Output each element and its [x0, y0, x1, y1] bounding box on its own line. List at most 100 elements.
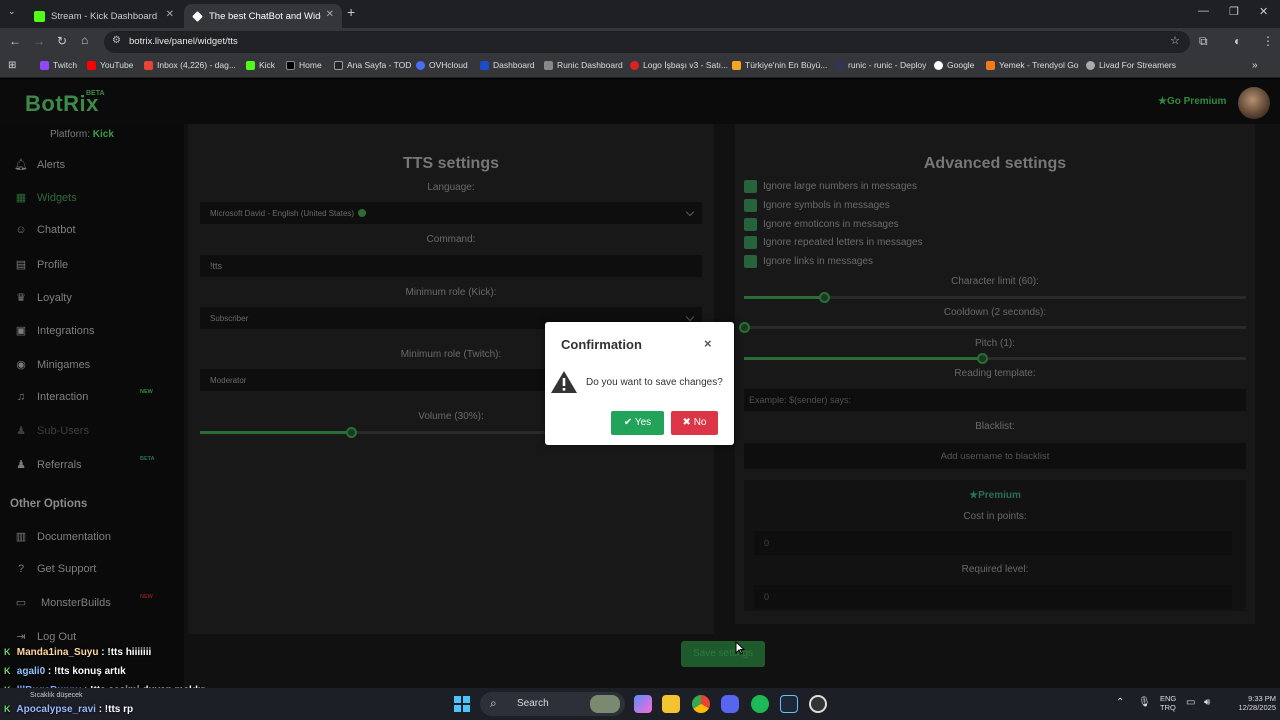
bookmark-trendyol[interactable]: Yemek - Trendyol Go — [986, 60, 1079, 70]
forward-icon[interactable]: → — [33, 34, 45, 48]
apps-icon[interactable]: ⊞ — [8, 60, 16, 71]
sidebar-item-get-support[interactable]: ? Get Support — [13, 563, 96, 575]
bookmark-star-icon[interactable]: ☆ — [1170, 34, 1180, 47]
tab-kick-dashboard[interactable]: Stream - Kick Dashboard ✕ — [26, 4, 182, 28]
sidebar-item-alerts[interactable]: 🔔︎ Alerts — [13, 158, 65, 172]
spotify-icon[interactable] — [751, 695, 769, 713]
bookmarks-bar: ⊞ Twitch YouTube Inbox (4,226) - dag... … — [0, 56, 1280, 78]
bookmark-tod[interactable]: Ana Sayfa - TOD — [334, 60, 411, 70]
more-bookmarks-icon[interactable]: » — [1252, 60, 1258, 71]
close-tab-icon[interactable]: ✕ — [166, 9, 174, 20]
sidebar-item-monsterbuilds[interactable]: ▭ MonsterBuilds — [13, 596, 111, 610]
sidebar-item-documentation[interactable]: ▥ Documentation — [13, 530, 111, 544]
pitch-slider[interactable] — [744, 353, 1246, 364]
menu-icon[interactable]: ⋮ — [1262, 34, 1274, 48]
bookmark-kick[interactable]: Kick — [246, 60, 275, 70]
sidebar-item-logout[interactable]: ⇥ Log Out — [13, 630, 76, 644]
start-icon[interactable] — [454, 696, 470, 712]
address-bar[interactable]: ⚙ botrix.live/panel/widget/tts ☆ — [104, 31, 1190, 53]
bookmark-livad[interactable]: Livad For Streamers — [1086, 60, 1176, 70]
bookmark-logo[interactable]: Logo İşbaşı v3 - Satı... — [630, 60, 728, 70]
sidebar-item-sub-users[interactable]: ♟ Sub-Users — [13, 424, 89, 438]
blacklist-input[interactable]: Add username to blacklist — [744, 443, 1246, 469]
browser-toolbar: ← → ↻ ⌂ ⚙ botrix.live/panel/widget/tts ☆… — [0, 28, 1280, 56]
checkbox-ignore-links[interactable]: Ignore links in messages — [744, 255, 873, 268]
bookmark-youtube[interactable]: YouTube — [87, 60, 133, 70]
bookmark-inbox[interactable]: Inbox (4,226) - dag... — [144, 60, 236, 70]
char-limit-slider[interactable] — [744, 292, 1246, 303]
checkbox-ignore-repeated[interactable]: Ignore repeated letters in messages — [744, 236, 923, 249]
sidebar-item-loyalty[interactable]: ♛ Loyalty — [13, 291, 72, 305]
warning-icon — [551, 371, 577, 393]
weather-widget[interactable]: Sıcaklık düşecek — [30, 692, 83, 699]
copilot-icon[interactable] — [634, 695, 652, 713]
discord-icon[interactable] — [721, 695, 739, 713]
back-icon[interactable]: ← — [9, 34, 21, 48]
restore-icon[interactable]: ❐ — [1229, 5, 1239, 18]
sidebar-item-integrations[interactable]: ▣ Integrations — [13, 324, 95, 338]
close-tab-icon[interactable]: ✕ — [326, 9, 334, 20]
store-icon — [732, 60, 741, 70]
volume-slider-fill — [200, 431, 351, 434]
bookmark-google[interactable]: Google — [934, 60, 974, 70]
reading-template-input[interactable]: Example: $(sender) says: — [744, 389, 1246, 411]
close-window-icon[interactable]: ✕ — [1259, 5, 1268, 18]
obs-icon[interactable] — [809, 695, 827, 713]
bookmark-home[interactable]: Home — [286, 60, 322, 70]
cost-input[interactable]: 0 — [754, 531, 1232, 555]
checkbox-ignore-symbols[interactable]: Ignore symbols in messages — [744, 199, 890, 212]
trendyol-icon — [986, 60, 995, 70]
tab-search-icon[interactable]: ⌄ — [8, 6, 16, 17]
extensions-icon[interactable]: ⧉ — [1199, 34, 1208, 49]
language-indicator[interactable]: ENG TRQ — [1160, 694, 1176, 712]
home-icon[interactable]: ⌂ — [81, 33, 88, 47]
site-info-icon[interactable]: ⚙ — [112, 35, 121, 46]
reload-icon[interactable]: ↻ — [57, 34, 67, 48]
go-premium-button[interactable]: ★Go Premium — [1158, 96, 1226, 107]
yes-button[interactable]: ✔ Yes — [611, 411, 664, 435]
tab-botrix[interactable]: The best ChatBot and Widgets ✕ — [184, 4, 342, 28]
pitch-knob[interactable] — [977, 353, 988, 364]
char-limit-knob[interactable] — [819, 292, 830, 303]
close-icon[interactable]: × — [704, 336, 712, 351]
required-level-input[interactable]: 0 — [754, 585, 1232, 609]
checkbox-ignore-large-numbers[interactable]: Ignore large numbers in messages — [744, 180, 917, 193]
microphone-icon[interactable]: 🎙︎ — [1138, 697, 1151, 708]
command-label: Command: — [426, 234, 476, 245]
no-button[interactable]: ✖ No — [671, 411, 718, 435]
volume-slider-knob[interactable] — [346, 427, 357, 438]
bookmark-runic-deploy[interactable]: runic - runic - Deploy — [835, 60, 926, 70]
bookmark-turkiye[interactable]: Türkiye'nin En Büyü... — [732, 60, 827, 70]
taskbar-search[interactable]: ⌕ Search — [480, 692, 625, 716]
ovh-icon — [416, 60, 425, 70]
sidebar-item-interaction[interactable]: ♫ Interaction — [13, 391, 89, 403]
volume-icon[interactable]: 🔊︎ — [1204, 697, 1210, 708]
sidebar-item-minigames[interactable]: ◉ Minigames — [13, 358, 90, 372]
chrome-icon[interactable] — [692, 695, 710, 713]
sidebar-item-profile[interactable]: ▤ Profile — [13, 258, 68, 272]
steam-icon[interactable] — [780, 695, 798, 713]
save-settings-button[interactable]: Save settings — [681, 641, 765, 667]
sidebar-item-chatbot[interactable]: ☺ Chatbot — [13, 224, 75, 236]
bookmark-runic[interactable]: Runic Dashboard — [544, 60, 623, 70]
clock[interactable]: 9:33 PM 12/28/2025 — [1226, 694, 1276, 712]
profile-icon[interactable]: ◐ — [1234, 34, 1241, 48]
avatar[interactable] — [1238, 87, 1270, 119]
language-select[interactable]: Microsoft David - English (United States… — [200, 202, 702, 224]
file-explorer-icon[interactable] — [662, 695, 680, 713]
checkbox-checked-icon — [744, 255, 757, 268]
network-icon[interactable]: ▭ — [1186, 697, 1195, 708]
bookmark-dashboard[interactable]: Dashboard — [480, 60, 535, 70]
cooldown-knob[interactable] — [739, 322, 750, 333]
sidebar: Platform: Kick 🔔︎ Alerts ▦ Widgets ☺ Chatbo… — [0, 124, 184, 688]
checkbox-ignore-emoticons[interactable]: Ignore emoticons in messages — [744, 218, 899, 231]
sidebar-item-widgets[interactable]: ▦ Widgets — [13, 191, 77, 205]
new-tab-icon[interactable]: + — [347, 4, 355, 20]
bookmark-twitch[interactable]: Twitch — [40, 60, 77, 70]
command-input[interactable]: !tts — [200, 255, 702, 277]
bookmark-ovhcloud[interactable]: OVHcloud — [416, 60, 468, 70]
minimize-icon[interactable]: — — [1198, 5, 1209, 17]
cooldown-slider[interactable] — [739, 322, 1246, 333]
chevron-up-icon[interactable]: ⌃ — [1116, 697, 1124, 708]
sidebar-item-referrals[interactable]: ♟ Referrals — [13, 458, 82, 472]
